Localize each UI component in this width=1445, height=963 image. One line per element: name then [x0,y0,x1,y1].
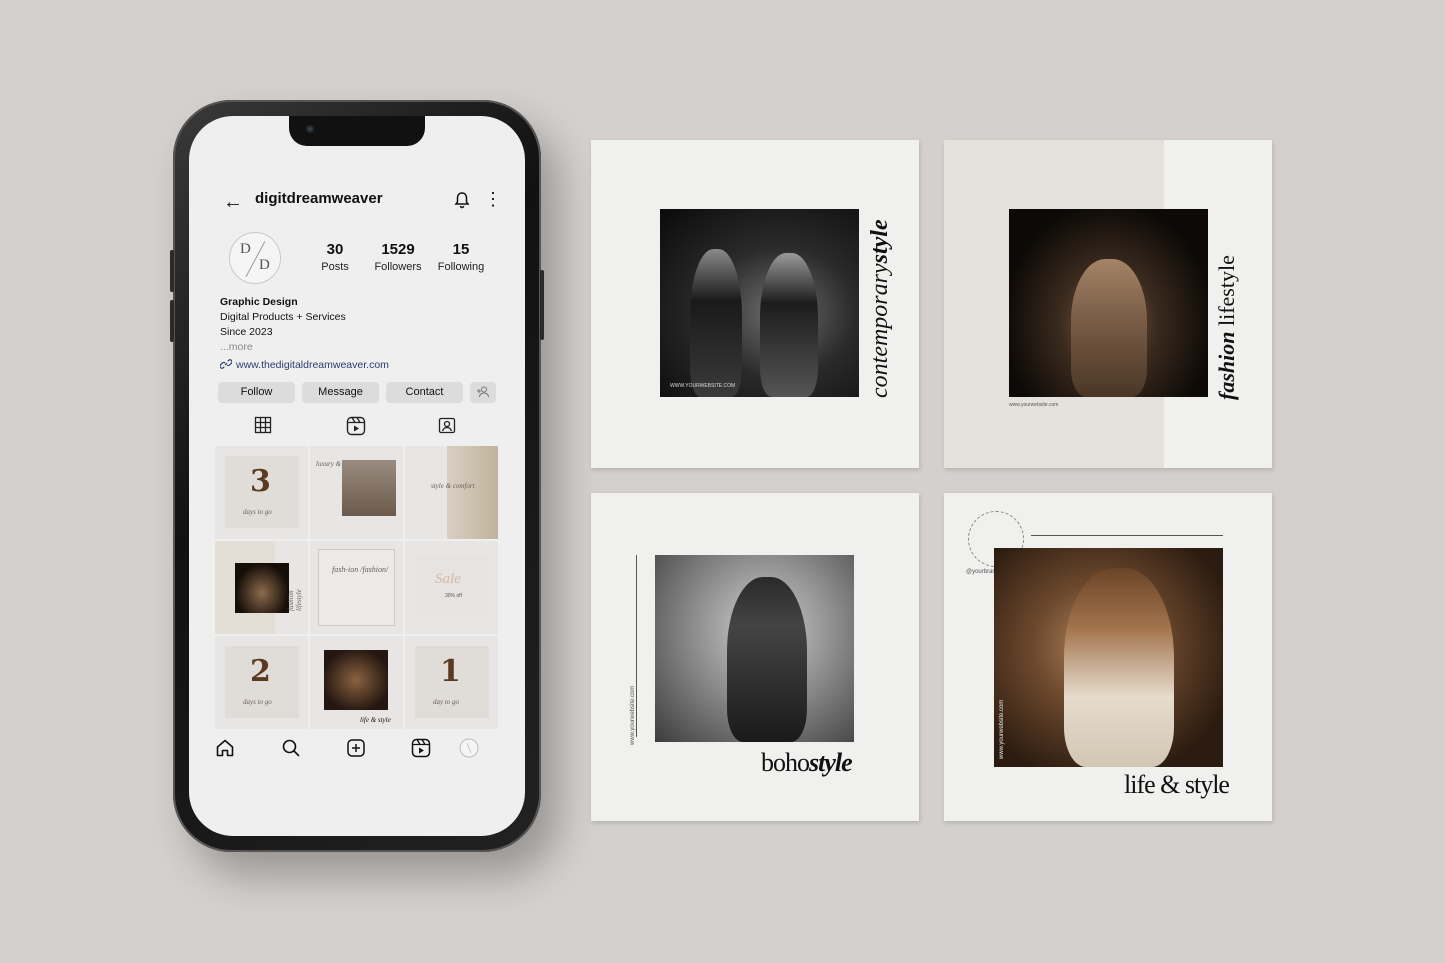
stat-value: 30 [326,241,344,258]
website-url: www.thedigitaldreamweaver.com [236,359,389,371]
website-link[interactable]: www.thedigitaldreamweaver.com [219,358,389,371]
back-arrow-icon[interactable]: ← [223,191,243,214]
grid-post[interactable]: 2 days to go [215,636,308,729]
stat-label: Followers [374,261,422,273]
reels-icon[interactable] [411,738,431,763]
grid-tab-icon[interactable] [254,416,272,439]
website-url: www.yourwebsite.com [630,685,636,745]
volume-up-button [170,250,174,292]
stat-posts[interactable]: 30 Posts [300,241,370,273]
stat-value: 1529 [381,241,415,258]
bio-line: Since 2023 [220,326,273,338]
phone-screen: ← digitdreamweaver ⋮ D D 30 Posts 1529 F… [189,116,525,836]
profile-header: ← digitdreamweaver ⋮ [189,188,525,214]
bw-photo: WWW.YOURWEBSITE.COM [660,209,859,397]
post-script: day to go [433,698,460,706]
card-vertical-title: fashion lifestyle [1214,255,1240,400]
grid-post[interactable]: style & comfort [405,446,498,539]
grid-post[interactable]: fash-ion /fashion/ [310,541,403,634]
stat-following[interactable]: 15 Following [426,241,496,273]
search-icon[interactable] [281,738,301,763]
bottom-nav [189,738,525,766]
grid-post[interactable]: life & style [310,636,403,729]
post-script: days to go [243,698,272,706]
post-card-life: @yourbrandname www.yourwebsite.com life … [944,493,1272,821]
avatar-letter: D [259,257,270,273]
post-script: days to go [243,508,272,516]
content-tabs [189,416,525,438]
stat-value: 15 [452,241,470,258]
post-script: fashion lifestyle [287,589,303,611]
color-photo [1009,209,1208,397]
posts-grid: 3 days to go luxury & style style & comf… [215,446,499,729]
bio-line: Digital Products + Services [220,311,346,323]
avatar-letter: D [240,241,251,257]
volume-down-button [170,300,174,342]
post-number: 2 [250,654,271,689]
post-card-boho: www.yourwebsite.com bohostyle [591,493,919,821]
contact-button[interactable]: Contact [386,382,463,403]
home-icon[interactable] [215,738,235,763]
bio: Graphic Design Digital Products + Servic… [220,295,346,355]
camera-icon [305,124,315,134]
card-title: life & style [1124,770,1230,799]
phone-mockup: ← digitdreamweaver ⋮ D D 30 Posts 1529 F… [170,100,544,852]
grid-post[interactable]: 3 days to go [215,446,308,539]
tagged-tab-icon[interactable] [438,416,456,439]
grid-post[interactable]: luxury & style [310,446,403,539]
grid-post[interactable]: 1 day to go [405,636,498,729]
stat-label: Following [437,261,485,273]
title-part: fashion [1214,331,1239,400]
post-sub: 30% off [445,593,462,599]
post-card-fashion: www.yourwebsite.com fashion lifestyle [944,140,1272,468]
title-part: lifestyle [1214,255,1239,327]
post-script: life & style [360,716,391,724]
profile-avatar-icon[interactable] [459,738,479,763]
title-part: style [809,748,853,777]
reels-tab-icon[interactable] [346,416,366,441]
create-post-icon[interactable] [346,738,366,763]
stat-label: Posts [321,261,349,273]
bio-title: Graphic Design [220,296,298,308]
website-url: www.yourwebsite.com [1009,402,1059,408]
color-photo [994,548,1223,767]
website-url: WWW.YOURWEBSITE.COM [670,383,736,389]
post-number: 3 [250,464,271,499]
post-card-contemporary: WWW.YOURWEBSITE.COM contemporarystyle [591,140,919,468]
username: digitdreamweaver [255,190,383,207]
grid-post[interactable]: Sale 30% off [405,541,498,634]
power-button [540,270,544,340]
bw-photo [655,555,854,742]
message-button[interactable]: Message [302,382,379,403]
follow-button[interactable]: Follow [218,382,295,403]
title-part: boho [761,748,810,777]
card-title: bohostyle [761,748,853,778]
card-vertical-title: contemporarystyle [867,219,894,398]
grid-post[interactable]: fashion lifestyle [215,541,308,634]
notch [289,116,425,146]
bio-more-link[interactable]: ...more [220,340,346,355]
bell-icon[interactable] [453,191,471,214]
avatar[interactable]: D D [229,232,281,284]
title-part: contemporary [867,263,893,398]
link-icon [219,358,233,370]
website-url: www.yourwebsite.com [999,699,1005,759]
post-script: fash-ion /fashion/ [332,565,389,574]
post-script: Sale [435,571,461,587]
stat-followers[interactable]: 1529 Followers [363,241,433,273]
more-options-icon[interactable]: ⋮ [484,190,502,208]
title-part: style [867,219,893,264]
post-number: 1 [440,654,461,689]
post-script: style & comfort [431,482,475,490]
add-user-button[interactable] [470,382,496,403]
